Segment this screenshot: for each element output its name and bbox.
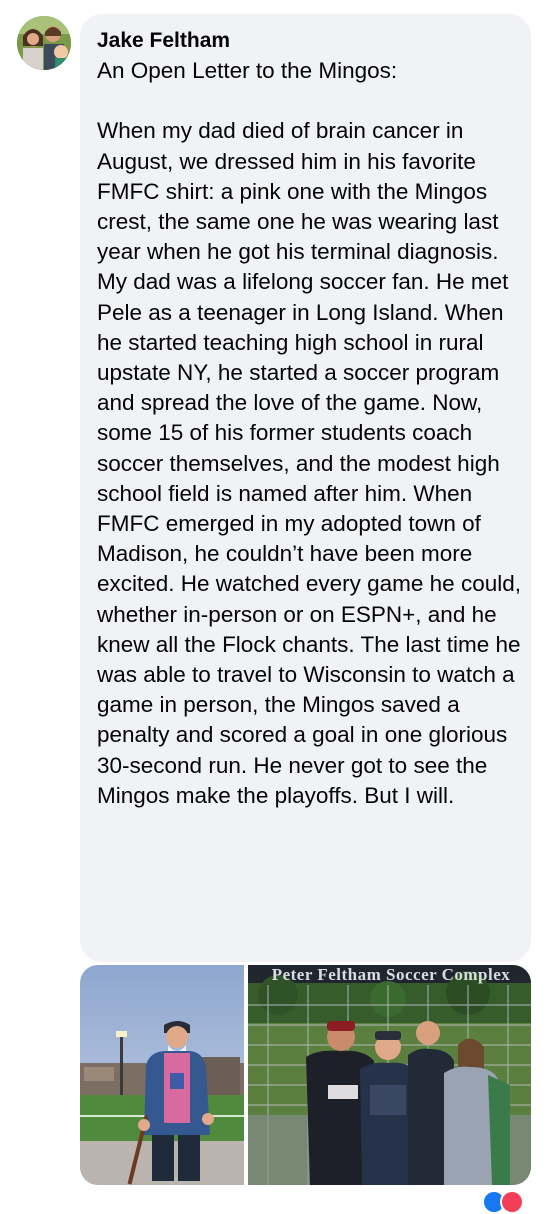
comment-text: An Open Letter to the Mingos: When my da… xyxy=(97,58,521,808)
sign-text: Peter Feltham Soccer Complex xyxy=(271,965,511,984)
author-name[interactable]: Jake Feltham xyxy=(97,28,521,54)
comment-bubble: Jake Feltham An Open Letter to the Mingo… xyxy=(80,14,531,962)
photo-attachments: Peter Feltham Soccer Complex xyxy=(80,965,531,1185)
photo-stadium[interactable] xyxy=(80,965,244,1185)
avatar[interactable] xyxy=(17,16,71,70)
love-icon xyxy=(500,1190,524,1214)
avatar-photo xyxy=(17,16,71,70)
reaction-icons[interactable] xyxy=(482,1190,524,1214)
photo-complex[interactable]: Peter Feltham Soccer Complex xyxy=(248,965,531,1185)
